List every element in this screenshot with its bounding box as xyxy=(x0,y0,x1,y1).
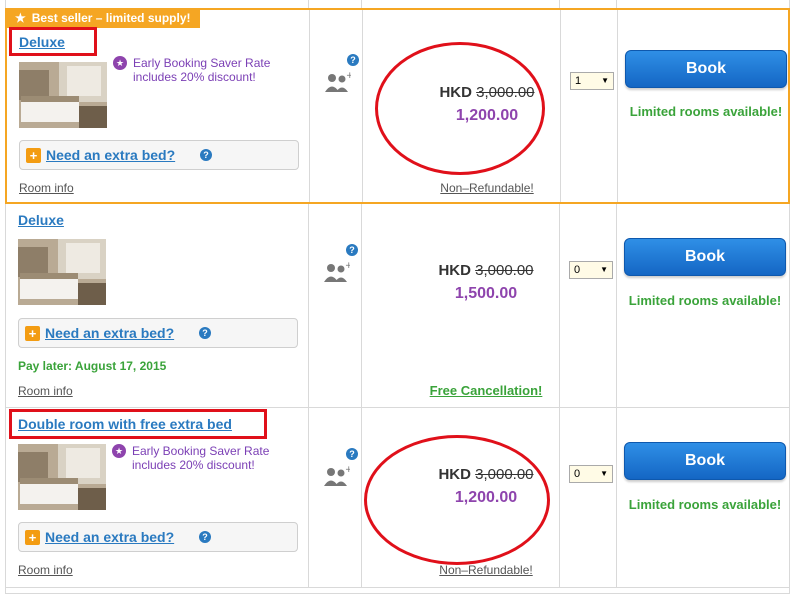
room-photo[interactable] xyxy=(19,62,107,128)
discount-icon: ★ xyxy=(112,444,126,458)
column-divider xyxy=(559,204,560,407)
pay-later-note: Pay later: August 17, 2015 xyxy=(18,359,167,373)
chevron-down-icon: ▼ xyxy=(600,469,608,478)
cancellation-policy-link[interactable]: Non–Refundable! xyxy=(363,181,611,195)
help-icon[interactable]: ? xyxy=(199,531,211,543)
chevron-down-icon: ▼ xyxy=(600,265,608,274)
availability-note: Limited rooms available! xyxy=(628,497,782,512)
plus-icon: + xyxy=(25,326,40,341)
room-info-link[interactable]: Room info xyxy=(19,181,74,195)
room-info-link[interactable]: Room info xyxy=(18,384,73,398)
promo-text: ★ Early Booking Saver Rate includes 20% … xyxy=(113,56,303,84)
room-quantity-select[interactable]: 0 ▼ xyxy=(569,465,613,483)
svg-text:+: + xyxy=(346,72,351,81)
availability-note: Limited rooms available! xyxy=(628,293,782,308)
annotation-box xyxy=(9,27,97,56)
discounted-price: 1,500.00 xyxy=(454,285,518,302)
room-quantity-select[interactable]: 1 ▼ xyxy=(570,72,614,90)
room-info-link[interactable]: Room info xyxy=(18,563,73,577)
cancellation-policy-link[interactable]: Non–Refundable! xyxy=(362,563,610,577)
occupancy-icon: + ? xyxy=(325,54,359,96)
star-icon: ★ xyxy=(15,11,26,25)
annotation-circle xyxy=(375,42,545,175)
extra-bed-box[interactable]: + Need an extra bed? ? xyxy=(18,318,298,348)
table-row: Deluxe + Need an extra bed? ? Pay later:… xyxy=(5,204,790,408)
column-divider xyxy=(617,10,618,202)
table-row xyxy=(5,588,790,594)
room-photo[interactable] xyxy=(18,444,106,510)
book-button[interactable]: Book xyxy=(624,238,786,276)
column-divider xyxy=(361,204,362,407)
room-name-link[interactable]: Deluxe xyxy=(18,212,64,228)
occupancy-icon: + ? xyxy=(324,244,358,286)
svg-text:+: + xyxy=(345,262,350,271)
annotation-circle xyxy=(364,435,550,565)
help-icon[interactable]: ? xyxy=(199,327,211,339)
extra-bed-box[interactable]: + Need an extra bed? ? xyxy=(19,140,299,170)
help-icon[interactable]: ? xyxy=(347,54,359,66)
extra-bed-link[interactable]: Need an extra bed? xyxy=(46,147,175,163)
column-divider xyxy=(309,10,310,202)
extra-bed-link[interactable]: Need an extra bed? xyxy=(45,325,174,341)
help-icon[interactable]: ? xyxy=(346,448,358,460)
extra-bed-box[interactable]: + Need an extra bed? ? xyxy=(18,522,298,552)
promo-label: Early Booking Saver Rate includes 20% di… xyxy=(133,56,271,84)
occupancy-icon: + ? xyxy=(324,448,358,490)
promo-text: ★ Early Booking Saver Rate includes 20% … xyxy=(112,444,302,472)
column-divider xyxy=(616,204,617,407)
availability-note: Limited rooms available! xyxy=(629,104,783,119)
room-photo[interactable] xyxy=(18,239,106,305)
book-button[interactable]: Book xyxy=(624,442,786,480)
svg-text:+: + xyxy=(345,466,350,475)
column-divider xyxy=(308,204,309,407)
badge-label: Best seller – limited supply! xyxy=(31,11,191,25)
best-seller-badge: ★ Best seller – limited supply! xyxy=(5,8,201,28)
help-icon[interactable]: ? xyxy=(200,149,212,161)
help-icon[interactable]: ? xyxy=(346,244,358,256)
annotation-box xyxy=(9,409,267,439)
book-button[interactable]: Book xyxy=(625,50,787,88)
room-quantity-select[interactable]: 0 ▼ xyxy=(569,261,613,279)
column-divider xyxy=(616,408,617,587)
promo-label: Early Booking Saver Rate includes 20% di… xyxy=(132,444,270,472)
column-divider xyxy=(308,408,309,587)
extra-bed-link[interactable]: Need an extra bed? xyxy=(45,529,174,545)
plus-icon: + xyxy=(26,148,41,163)
plus-icon: + xyxy=(25,530,40,545)
discount-icon: ★ xyxy=(113,56,127,70)
cancellation-policy-link[interactable]: Free Cancellation! xyxy=(362,383,610,398)
chevron-down-icon: ▼ xyxy=(601,76,609,85)
